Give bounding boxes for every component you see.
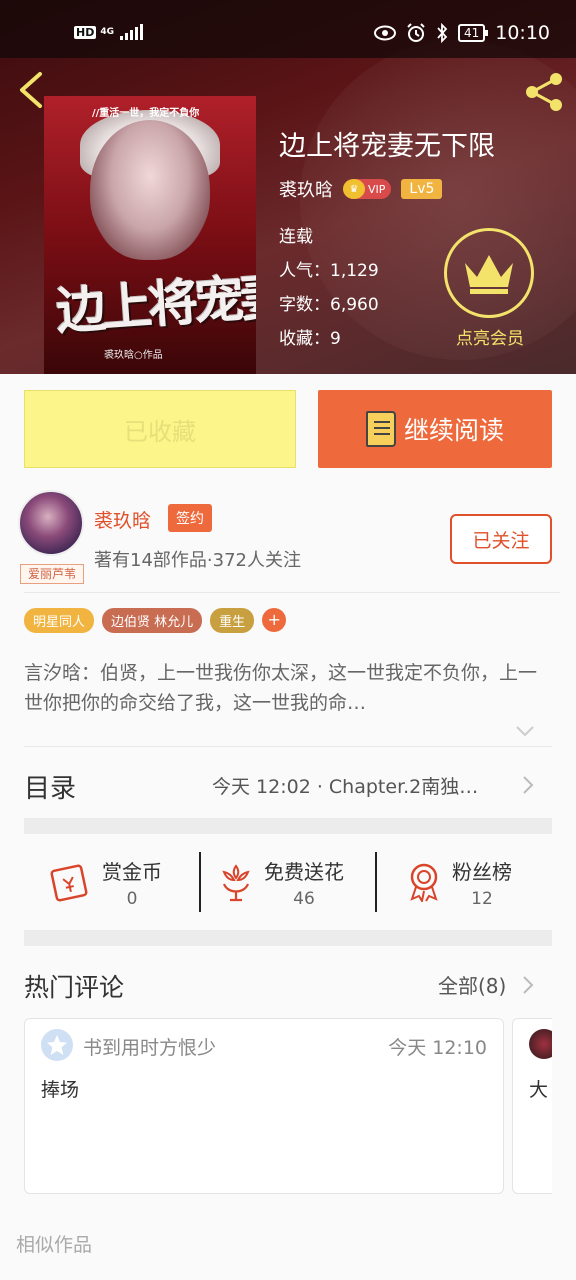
cover-title: 边上将宠妻 <box>54 266 256 341</box>
section-separator <box>24 818 552 834</box>
all-comments-arrow[interactable] <box>520 974 536 996</box>
cover-tagline: //重活一世，我定不負你 <box>92 108 200 119</box>
signal-icon <box>120 24 143 40</box>
author-meta: 著有14部作品·372人关注 <box>94 550 301 571</box>
medal-icon <box>410 863 438 902</box>
tag-item[interactable]: 重生 <box>210 608 255 633</box>
avatar-tag: 爱丽芦苇 <box>20 564 84 584</box>
expand-button[interactable] <box>514 720 536 742</box>
author-name[interactable]: 裘玖晗 <box>94 506 151 533</box>
follow-button[interactable]: 已关注 <box>450 514 552 564</box>
status-bar: HD 4G 41 10:10 <box>0 0 576 58</box>
latest-chapter[interactable]: 今天 12:02 · Chapter.2南独… <box>212 772 508 799</box>
red-envelope-icon <box>50 864 88 902</box>
crown-icon <box>465 255 513 294</box>
alarm-icon <box>407 23 425 42</box>
comment-card[interactable]: 书到用时方恨少 今天 12:10 捧场 <box>24 1018 504 1194</box>
book-stats: 连载 人气：1,129 字数：6,960 收藏：9 <box>279 220 379 356</box>
divider <box>24 746 552 747</box>
book-cover[interactable]: //重活一世，我定不負你 边上将宠妻 裘玖晗○作品 <box>44 96 256 374</box>
tag-item[interactable]: 边伯贤 林允儿 <box>102 608 203 633</box>
book-icon <box>365 411 396 447</box>
book-status: 连载 <box>279 227 313 247</box>
tag-list: 明星同人 边伯贤 林允儿 重生 + <box>24 608 287 633</box>
section-separator <box>24 930 552 946</box>
member-button[interactable]: 点亮会员 <box>444 228 536 349</box>
commenter-name: 书到用时方恨少 <box>83 1037 217 1059</box>
flower-icon <box>222 864 250 902</box>
comment-time: 今天 12:10 <box>388 1037 487 1059</box>
add-tag-button[interactable]: + <box>262 608 287 632</box>
clock: 10:10 <box>495 22 550 44</box>
commenter-avatar <box>41 1029 73 1061</box>
word-count: 字数：6,960 <box>279 295 379 315</box>
member-label: 点亮会员 <box>456 329 524 349</box>
eye-icon <box>373 25 396 41</box>
reward-coins-button[interactable]: 赏金币 0 <box>50 850 162 914</box>
popularity: 人气：1,129 <box>279 261 379 281</box>
all-comments-link[interactable]: 全部(8) <box>438 970 506 999</box>
star-icon <box>47 1035 67 1055</box>
commenter-avatar <box>529 1029 552 1059</box>
comment-text: 大 <box>529 1079 549 1101</box>
chevron-right-icon <box>523 976 534 994</box>
divider <box>375 852 377 912</box>
book-author[interactable]: 裘玖晗 <box>279 176 333 202</box>
tag-item[interactable]: 明星同人 <box>24 608 95 633</box>
cover-author: 裘玖晗○作品 <box>104 350 163 361</box>
battery-icon: 41 <box>457 24 489 42</box>
vip-badge: ♛ VIP <box>343 179 392 199</box>
toc-label[interactable]: 目录 <box>24 768 76 805</box>
chevron-down-icon <box>516 726 534 737</box>
continue-reading-button[interactable]: 继续阅读 <box>318 390 552 468</box>
share-icon <box>526 73 562 111</box>
similar-works-title: 相似作品 <box>16 1234 93 1256</box>
share-button[interactable] <box>522 70 566 114</box>
book-description: 言汐晗：伯贤，上一世我伤你太深，这一世我定不负你，上一世你把你的命交给了我，这一… <box>24 662 538 714</box>
crown-icon: ♛ <box>343 179 365 199</box>
level-badge: Lv5 <box>401 179 443 199</box>
comment-card[interactable]: 大 <box>512 1018 552 1194</box>
hd-icon: HD <box>74 25 97 39</box>
fan-ranking-button[interactable]: 粉丝榜 12 <box>406 850 512 914</box>
divider <box>199 852 201 912</box>
network-label: 4G <box>100 27 114 37</box>
favorite-count: 收藏：9 <box>279 329 341 349</box>
send-flower-button[interactable]: 免费送花 46 <box>218 850 344 914</box>
hot-comments-title: 热门评论 <box>24 973 125 1002</box>
bluetooth-icon <box>437 23 448 43</box>
toc-arrow[interactable] <box>520 774 536 796</box>
chevron-right-icon <box>523 776 534 794</box>
divider <box>24 592 560 593</box>
signed-badge: 签约 <box>168 504 212 532</box>
author-avatar[interactable] <box>18 490 84 556</box>
book-title: 边上将宠妻无下限 <box>279 131 495 162</box>
book-header: HD 4G 41 10:10 //重活一世，我定不負你 边上将宠妻 裘玖晗○作品… <box>0 0 576 374</box>
collected-button[interactable]: 已收藏 <box>24 390 296 468</box>
comment-text: 捧场 <box>41 1079 80 1101</box>
